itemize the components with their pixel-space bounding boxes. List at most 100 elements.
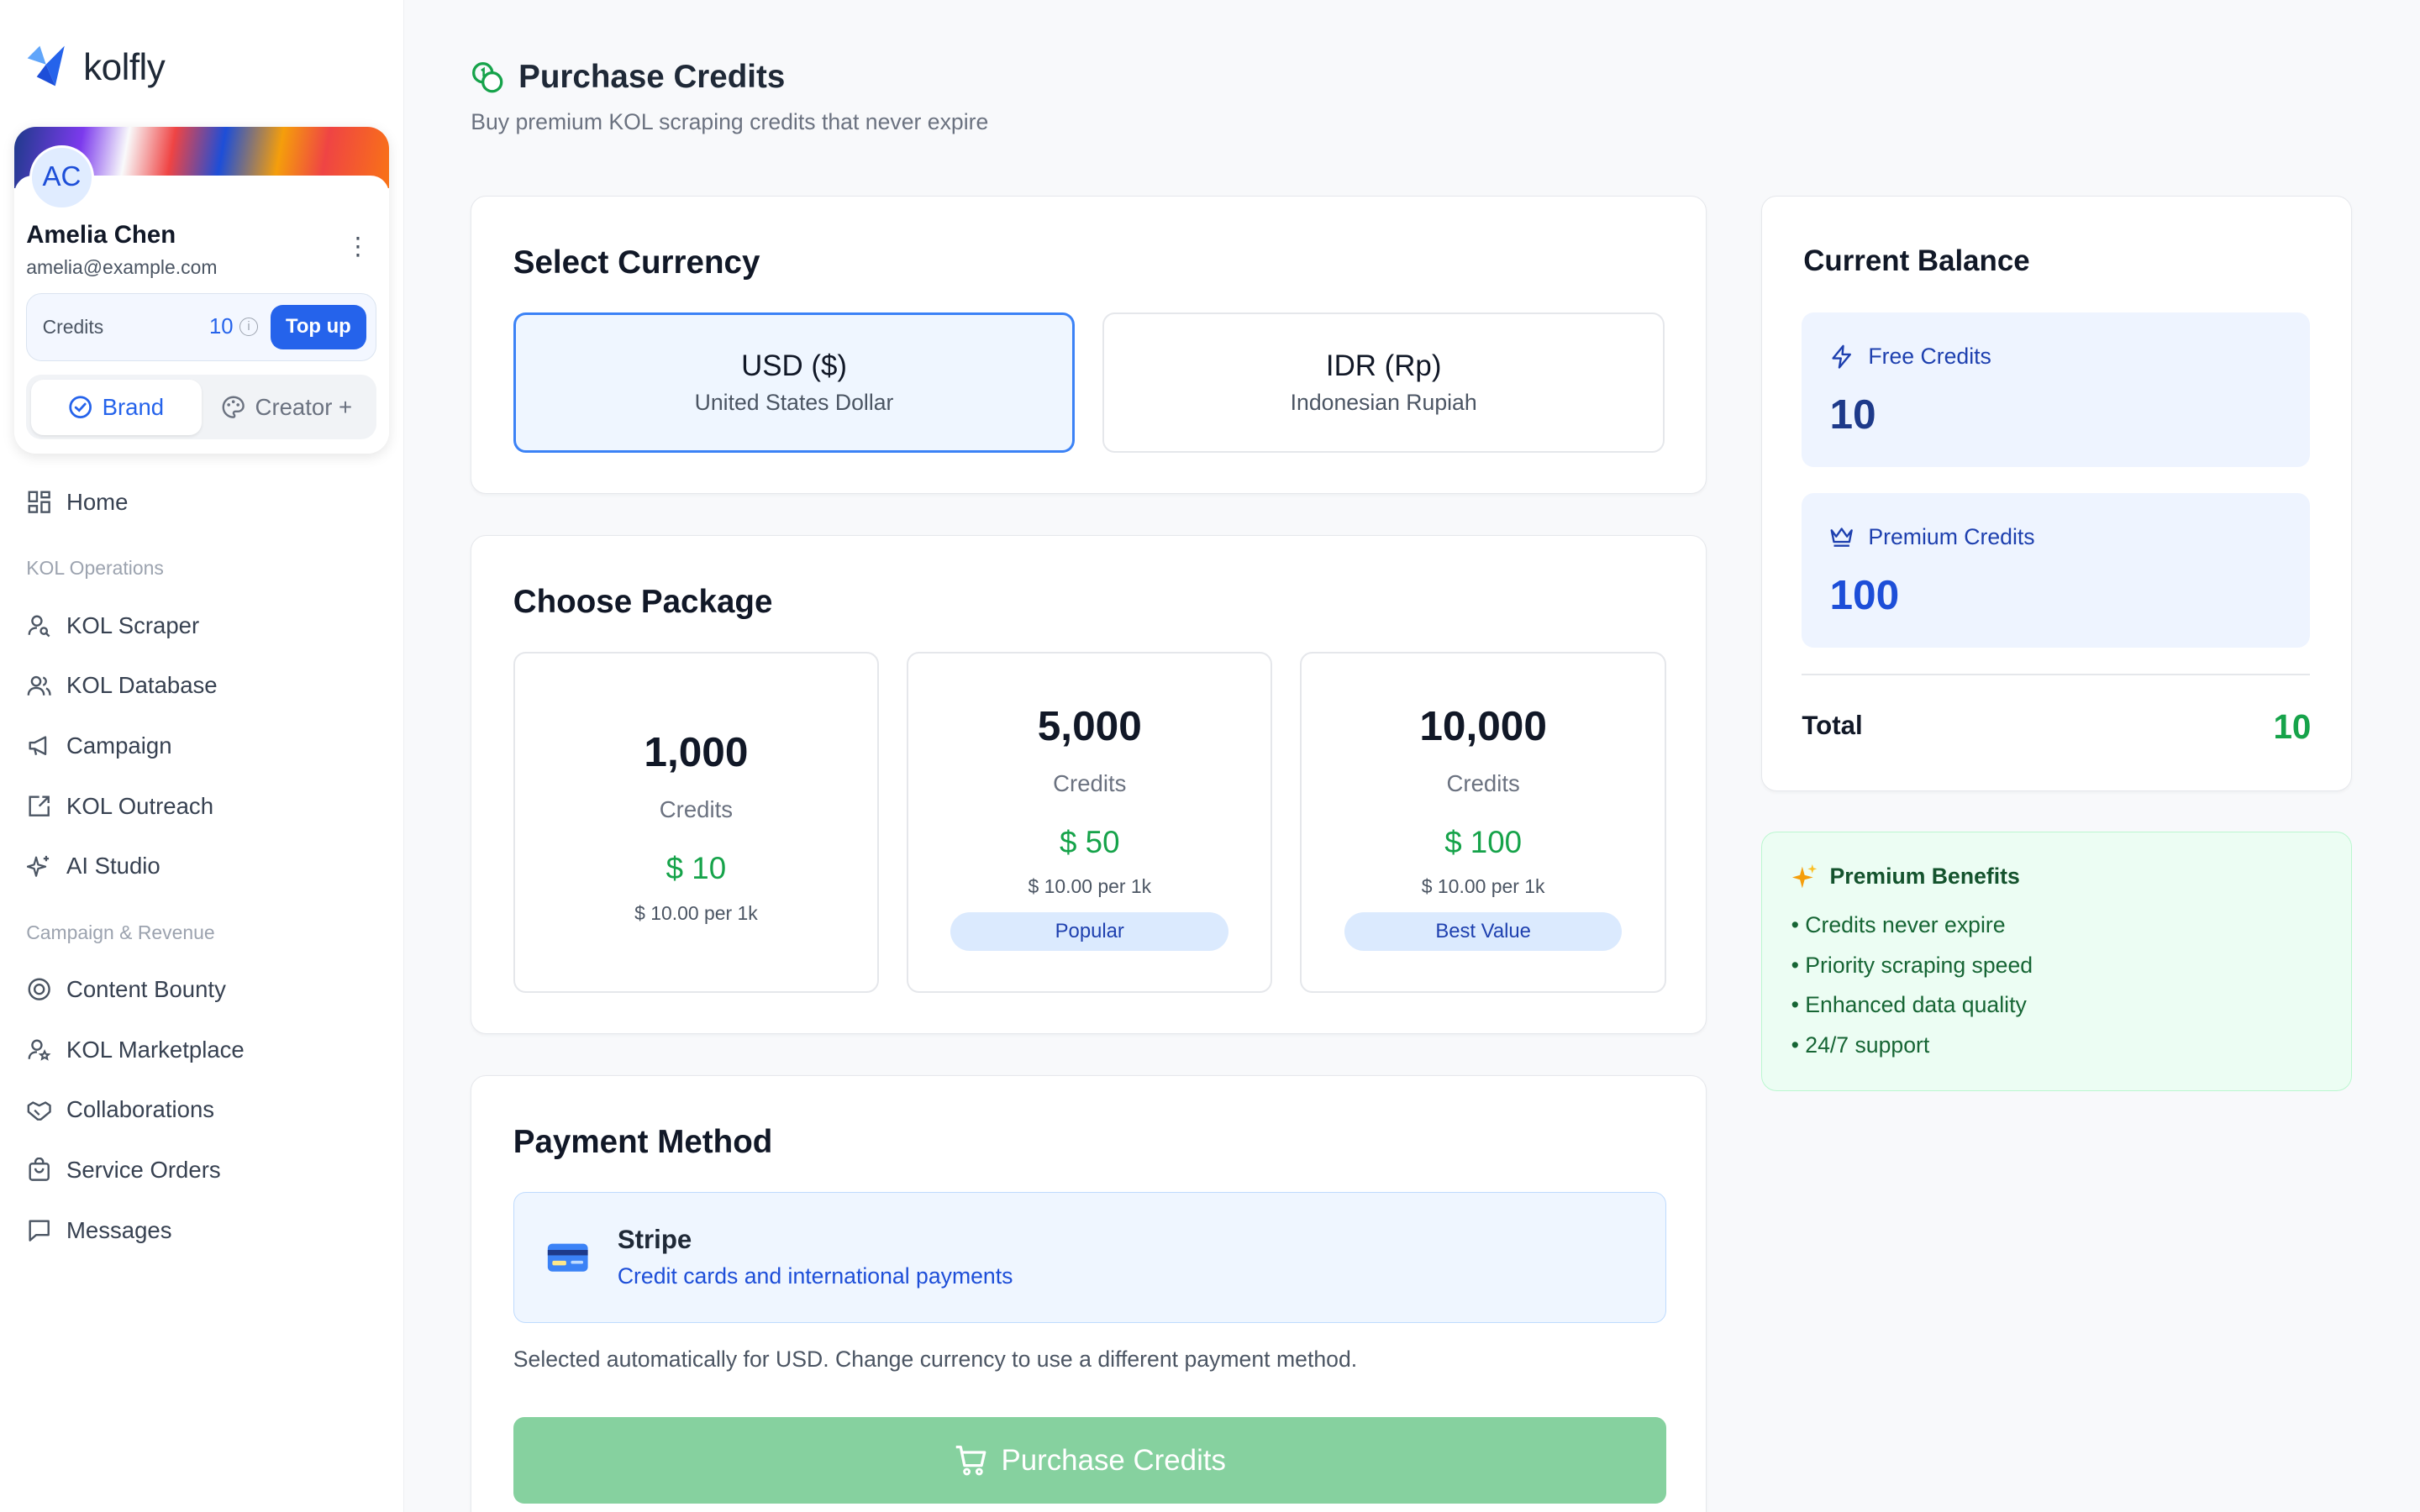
balance-title: Current Balance [1803, 244, 2030, 278]
credits-value: 10 [209, 314, 234, 339]
sidebar-item-content-bounty[interactable]: Content Bounty [0, 959, 404, 1020]
purchase-credits-label: Purchase Credits [1001, 1443, 1226, 1477]
sidebar-item-collaborations[interactable]: Collaborations [0, 1080, 404, 1141]
premium-credits-value: 100 [1829, 570, 1900, 618]
section-kol-operations: KOL Operations [26, 557, 164, 580]
sidebar-item-label: AI Studio [66, 853, 160, 879]
popular-badge: Popular [950, 911, 1229, 951]
info-icon[interactable]: i [239, 318, 258, 337]
package-price: $ 100 [1444, 824, 1523, 859]
sidebar-item-messages[interactable]: Messages [0, 1200, 404, 1261]
currency-code: USD ($) [741, 349, 848, 383]
total-label: Total [1802, 710, 1863, 740]
sidebar-item-campaign[interactable]: Campaign [0, 716, 404, 776]
sidebar-item-label: Messages [66, 1216, 172, 1243]
package-unit: Credits [1053, 769, 1127, 796]
benefit-item: • 24/7 support [1791, 1032, 1930, 1058]
credits-label: Credits [42, 315, 104, 338]
user-name: Amelia Chen [26, 220, 176, 249]
benefits-list: • Credits never expire • Priority scrapi… [1791, 910, 2033, 1070]
creator-mode-button[interactable]: Creator + [202, 380, 372, 435]
package-option-5000[interactable]: 5,000 Credits $ 50 $ 10.00 per 1k Popula… [907, 652, 1273, 993]
package-amount: 1,000 [644, 728, 749, 776]
page-title: Purchase Credits [471, 59, 988, 96]
benefits-title: Premium Benefits [1829, 863, 2020, 889]
sidebar-item-ai-studio[interactable]: AI Studio [0, 836, 404, 896]
user-star-icon [26, 1037, 52, 1063]
sidebar-nav: Home KOL Operations KOL Scraper KOL Data… [0, 472, 404, 1260]
sidebar-item-label: KOL Outreach [66, 792, 214, 819]
sidebar: kolfly AC Amelia Chen amelia@example.com… [0, 0, 405, 1512]
message-icon [26, 1217, 52, 1243]
package-amount: 5,000 [1037, 702, 1142, 750]
profile-card: AC Amelia Chen amelia@example.com ⋮ Cred… [13, 126, 389, 454]
bag-icon [26, 1157, 52, 1183]
user-email: amelia@example.com [26, 255, 218, 278]
premium-benefits-card: Premium Benefits • Credits never expire … [1760, 831, 2353, 1091]
package-unit: Credits [659, 796, 734, 823]
logo-text: kolfly [83, 46, 166, 88]
currency-name: Indonesian Rupiah [1290, 389, 1477, 415]
currency-option-usd[interactable]: USD ($) United States Dollar [513, 312, 1076, 454]
package-card: Choose Package 1,000 Credits $ 10 $ 10.0… [471, 535, 1707, 1034]
package-price: $ 50 [1060, 824, 1120, 859]
sidebar-item-kol-database[interactable]: KOL Database [0, 656, 404, 717]
currency-card: Select Currency USD ($) United States Do… [471, 196, 1707, 494]
avatar[interactable]: AC [29, 144, 95, 210]
brand-mode-button[interactable]: Brand [30, 379, 202, 435]
sparkle-icon [1791, 864, 1817, 889]
balance-divider [1802, 673, 2310, 675]
section-campaign-revenue: Campaign & Revenue [26, 921, 215, 943]
crown-icon [1831, 528, 1854, 548]
package-amount: 10,000 [1419, 702, 1547, 750]
profile-body: AC Amelia Chen amelia@example.com ⋮ Cred… [13, 144, 389, 454]
lightning-icon [1832, 344, 1852, 369]
package-per-unit: $ 10.00 per 1k [1421, 875, 1545, 898]
currency-name: United States Dollar [694, 389, 894, 415]
sidebar-item-kol-marketplace[interactable]: KOL Marketplace [0, 1020, 404, 1080]
package-price: $ 10 [666, 851, 727, 886]
logo[interactable]: kolfly [24, 43, 166, 92]
free-credits-value: 10 [1829, 390, 1876, 438]
handshake-icon [26, 1097, 52, 1123]
sidebar-item-label: KOL Scraper [66, 612, 200, 638]
credits-box: Credits 10 i Top up [26, 292, 377, 361]
sidebar-item-kol-scraper[interactable]: KOL Scraper [0, 596, 404, 656]
sidebar-item-home[interactable]: Home [0, 472, 404, 533]
total-value: 10 [2273, 707, 2312, 747]
package-option-1000[interactable]: 1,000 Credits $ 10 $ 10.00 per 1k [513, 652, 880, 993]
package-per-unit: $ 10.00 per 1k [634, 901, 758, 924]
mode-toggle: Brand Creator + [26, 375, 377, 440]
sidebar-item-label: Campaign [66, 732, 172, 759]
page-header: Purchase Credits Buy premium KOL scrapin… [471, 59, 988, 136]
sparkles-icon [26, 853, 52, 879]
currency-code: IDR (Rp) [1325, 349, 1442, 383]
purchase-credits-button[interactable]: Purchase Credits [513, 1417, 1666, 1504]
sidebar-item-label: KOL Database [66, 672, 218, 699]
package-title: Choose Package [513, 584, 773, 621]
cart-icon [955, 1446, 986, 1476]
coins-icon [472, 61, 503, 92]
premium-credits-label-row: Premium Credits [1829, 523, 2035, 550]
sidebar-item-kol-outreach[interactable]: KOL Outreach [0, 776, 404, 837]
payment-method-name: Stripe [617, 1225, 692, 1255]
payment-method-desc: Credit cards and international payments [617, 1263, 1013, 1289]
sidebar-item-label: Content Bounty [66, 976, 226, 1003]
premium-credits-label: Premium Credits [1868, 523, 2035, 549]
sidebar-item-service-orders[interactable]: Service Orders [0, 1140, 404, 1200]
free-credits-label: Free Credits [1868, 343, 1991, 369]
outreach-icon [26, 793, 52, 819]
currency-option-idr[interactable]: IDR (Rp) Indonesian Rupiah [1102, 312, 1665, 454]
sidebar-item-label: Collaborations [66, 1096, 215, 1123]
top-up-button[interactable]: Top up [270, 304, 367, 350]
best-value-badge: Best Value [1344, 911, 1623, 951]
premium-credits-tile: Premium Credits 100 [1802, 492, 2310, 648]
package-option-10000[interactable]: 10,000 Credits $ 100 $ 10.00 per 1k Best… [1300, 652, 1666, 993]
benefits-title-row: Premium Benefits [1791, 864, 2020, 890]
stripe-payment-option[interactable]: Stripe Credit cards and international pa… [513, 1191, 1666, 1324]
sidebar-item-label: Service Orders [66, 1157, 221, 1184]
package-per-unit: $ 10.00 per 1k [1028, 875, 1152, 898]
more-options-icon[interactable]: ⋮ [345, 234, 370, 259]
badge-icon [26, 977, 52, 1003]
benefit-item: • Enhanced data quality [1791, 992, 2027, 1018]
